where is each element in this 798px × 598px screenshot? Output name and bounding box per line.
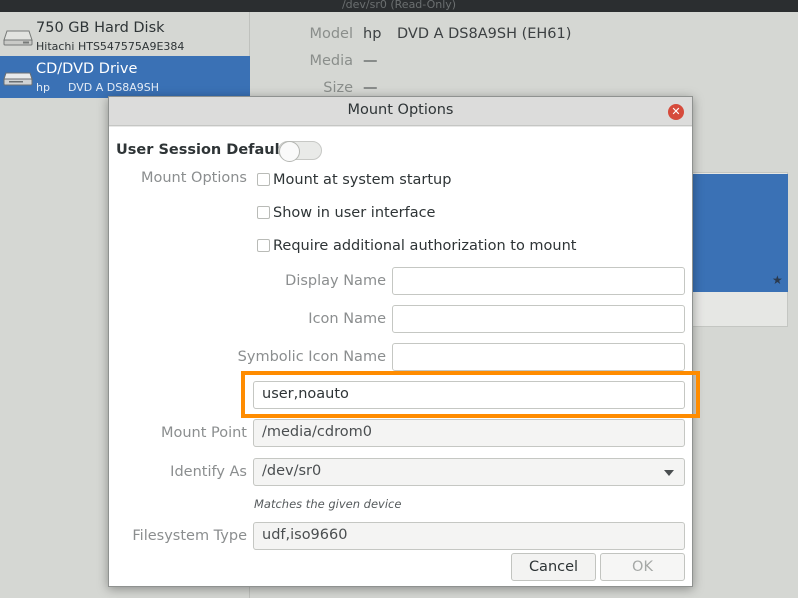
media-label: Media [309,53,353,69]
close-icon[interactable]: ✕ [668,104,684,120]
mount-at-startup-label[interactable]: Mount at system startup [273,172,451,188]
window-title: /dev/sr0 (Read-Only) [0,0,798,12]
mount-point-label: Mount Point [160,425,247,441]
filesystem-type-label: Filesystem Type [132,528,247,544]
media-row: Media — [251,53,798,75]
optical-drive-icon [3,72,33,86]
symbolic-icon-name-label: Symbolic Icon Name [237,349,386,365]
sidebar-item-vendor: hp DVD A DS8A9SH [36,81,159,94]
identify-as-label: Identify As [170,464,247,480]
dialog-header: Mount Options ✕ [109,97,692,126]
star-icon: ★ [772,273,783,287]
show-in-ui-label[interactable]: Show in user interface [273,205,435,221]
switch-knob [279,141,300,162]
display-name-field[interactable] [392,267,685,295]
icon-name-field[interactable] [392,305,685,333]
require-auth-label[interactable]: Require additional authorization to moun… [273,238,576,254]
mount-options-dialog: Mount Options ✕ User Session Defaults Mo… [108,96,693,587]
media-value: — [363,53,378,69]
model-vendor: hp [363,26,382,42]
identify-as-value: /dev/sr0 [262,463,322,479]
ok-button[interactable]: OK [600,553,685,581]
icon-name-label: Icon Name [308,311,386,327]
identify-as-hint: Matches the given device [254,497,402,511]
sidebar-item-vendor: Hitachi HTS547575A9E384 [36,40,185,53]
user-session-defaults-label: User Session Defaults [116,142,296,158]
size-value: — [363,80,378,96]
model-label: Model [309,26,353,42]
sidebar-item-cd-dvd-drive[interactable]: CD/DVD Drive hp DVD A DS8A9SH [0,56,250,98]
chevron-down-icon [664,470,674,476]
dialog-title: Mount Options [347,102,454,118]
symbolic-icon-name-field[interactable] [392,343,685,371]
display-name-label: Display Name [285,273,386,289]
sidebar-item-name: 750 GB Hard Disk [36,20,165,36]
model-value: DVD A DS8A9SH (EH61) [397,26,572,42]
show-in-ui-checkbox[interactable] [257,206,270,219]
user-session-defaults-switch[interactable] [278,141,322,162]
mount-point-field[interactable]: /media/cdrom0 [253,419,685,447]
dialog-body: User Session Defaults Mount Options Moun… [109,127,692,586]
sidebar-item-name: CD/DVD Drive [36,61,138,77]
model-row: Model hp DVD A DS8A9SH (EH61) [251,26,798,48]
highlight-box [241,371,700,418]
size-label: Size [323,80,353,96]
mount-at-startup-checkbox[interactable] [257,173,270,186]
identify-as-dropdown[interactable]: /dev/sr0 [253,458,685,486]
sidebar-item-hard-disk[interactable]: 750 GB Hard Disk Hitachi HTS547575A9E384 [0,15,250,57]
filesystem-type-field[interactable]: udf,iso9660 [253,522,685,550]
mount-options-label: Mount Options [140,170,247,186]
harddisk-icon [3,30,33,46]
cancel-button[interactable]: Cancel [511,553,596,581]
require-auth-checkbox[interactable] [257,239,270,252]
